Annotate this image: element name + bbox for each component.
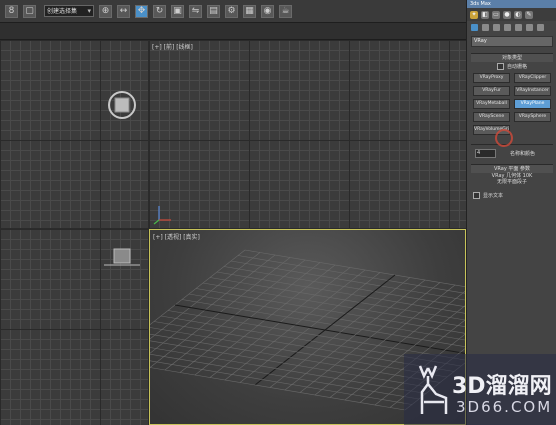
render-frame-icon[interactable]: ▦ (243, 4, 256, 18)
grid-line (150, 360, 413, 405)
params-header[interactable]: VRay 平面 参数 (471, 165, 553, 173)
vrayproxy-button[interactable]: VRayProxy (473, 73, 510, 83)
utilities-tab-icon[interactable]: ✎ (525, 10, 533, 19)
selection-set-dropdown[interactable]: 创建选择集 (44, 5, 94, 17)
modify-tab-icon[interactable]: ◧ (481, 10, 489, 19)
teapot-icon[interactable]: ☕ (279, 4, 292, 18)
params-rollout: VRay 平面 参数 VRay 几何体 10K 无限平面段子 (471, 164, 553, 185)
panel-tabs: ✦ ◧ ▭ ● ◐ ✎ (467, 8, 556, 21)
undo-icon[interactable]: 8 (5, 4, 18, 18)
spacewarps-icon[interactable] (526, 23, 533, 31)
lights-icon[interactable] (493, 23, 500, 31)
hierarchy-tab-icon[interactable]: ▭ (492, 10, 500, 19)
cameras-icon[interactable] (504, 23, 511, 31)
watermark-logo-text: 3D溜溜网 (452, 374, 552, 399)
vrayscene-button[interactable]: VRayScene (473, 112, 510, 122)
render-setup-icon[interactable]: ⚙ (225, 4, 238, 18)
grid-line (150, 252, 261, 340)
ribbon-bar (0, 23, 466, 40)
render-icon[interactable]: ◉ (261, 4, 274, 18)
panel-title: 3ds Max (467, 0, 556, 8)
scale-icon[interactable]: ▣ (171, 4, 184, 18)
create-category-icons (467, 21, 556, 33)
viewport-text-label: 显示文本 (483, 192, 504, 199)
viewport-top[interactable] (0, 40, 148, 228)
move-icon[interactable]: ✥ (135, 4, 148, 18)
object-name-field[interactable]: 4 (475, 149, 496, 158)
plane-object-icon (104, 248, 140, 266)
align-icon[interactable]: ▤ (207, 4, 220, 18)
motion-tab-icon[interactable]: ● (503, 10, 511, 19)
params-line-2: 无限平面段子 (496, 179, 527, 185)
geometry-icon[interactable] (471, 23, 478, 31)
shapes-icon[interactable] (482, 23, 489, 31)
grid-line (150, 347, 427, 394)
object-type-buttons: VRayProxy VRayClipper VRayFur VRayInstan… (471, 70, 553, 138)
deer-logo-icon (418, 365, 448, 414)
viewport-label[interactable]: [+] [前] [线框] (152, 42, 193, 51)
mirror-icon[interactable]: ⇋ (189, 4, 202, 18)
unlink-icon[interactable]: ↔ (117, 4, 130, 18)
systems-icon[interactable] (537, 23, 544, 31)
vrayplane-button[interactable]: VRayPlane (514, 99, 551, 109)
vraysphere-button[interactable]: VRaySphere (514, 112, 551, 122)
create-tab-icon[interactable]: ✦ (470, 10, 478, 19)
object-type-rollout: 对象类型 自动栅格 VRayProxy VRayClipper VRayFur … (471, 53, 553, 138)
viewport-text-checkbox[interactable] (473, 191, 480, 199)
grid-line (188, 293, 465, 341)
name-color-rollout: 4 名称和颜色 (471, 144, 553, 158)
select-icon[interactable]: ▢ (23, 4, 36, 18)
link-icon[interactable]: ⊕ (99, 4, 112, 18)
vraymetaball-button[interactable]: VRayMetaball (473, 99, 510, 109)
grid-line (167, 310, 465, 361)
name-row: 4 名称和颜色 (475, 149, 549, 158)
rollout-header[interactable]: 对象类型 (471, 54, 553, 62)
helpers-icon[interactable] (515, 23, 522, 31)
name-color-header[interactable]: 名称和颜色 (496, 150, 549, 157)
viewport-text-row[interactable]: 显示文本 (467, 191, 556, 199)
viewport-left[interactable] (0, 229, 148, 425)
mouse-cursor-highlight (495, 129, 513, 147)
axis-tripod-icon (153, 206, 171, 225)
viewcube-icon[interactable] (107, 90, 137, 120)
grid-line (181, 299, 465, 347)
display-tab-icon[interactable]: ◐ (514, 10, 522, 19)
object-category-dropdown[interactable]: VRay (471, 36, 553, 47)
vrayclipper-button[interactable]: VRayClipper (514, 73, 551, 83)
watermark-domain: 3D66.COM (456, 398, 553, 416)
vrayfur-button[interactable]: VRayFur (473, 86, 510, 96)
main-toolbar: 8 ▢ 创建选择集 ⊕ ↔ ✥ ↻ ▣ ⇋ ▤ ⚙ ▦ ◉ ☕ (0, 0, 466, 23)
rotate-icon[interactable]: ↻ (153, 4, 166, 18)
vrayinstancer-button[interactable]: VRayInstancer (514, 86, 551, 96)
autogrid-checkbox[interactable] (496, 62, 504, 70)
viewport-front[interactable]: [+] [前] [线框] (149, 40, 466, 228)
autogrid-label: 自动栅格 (506, 63, 527, 70)
autogrid-row[interactable]: 自动栅格 (471, 62, 553, 70)
watermark: 3D溜溜网 3D66.COM (404, 354, 556, 425)
grid-line (223, 266, 465, 307)
